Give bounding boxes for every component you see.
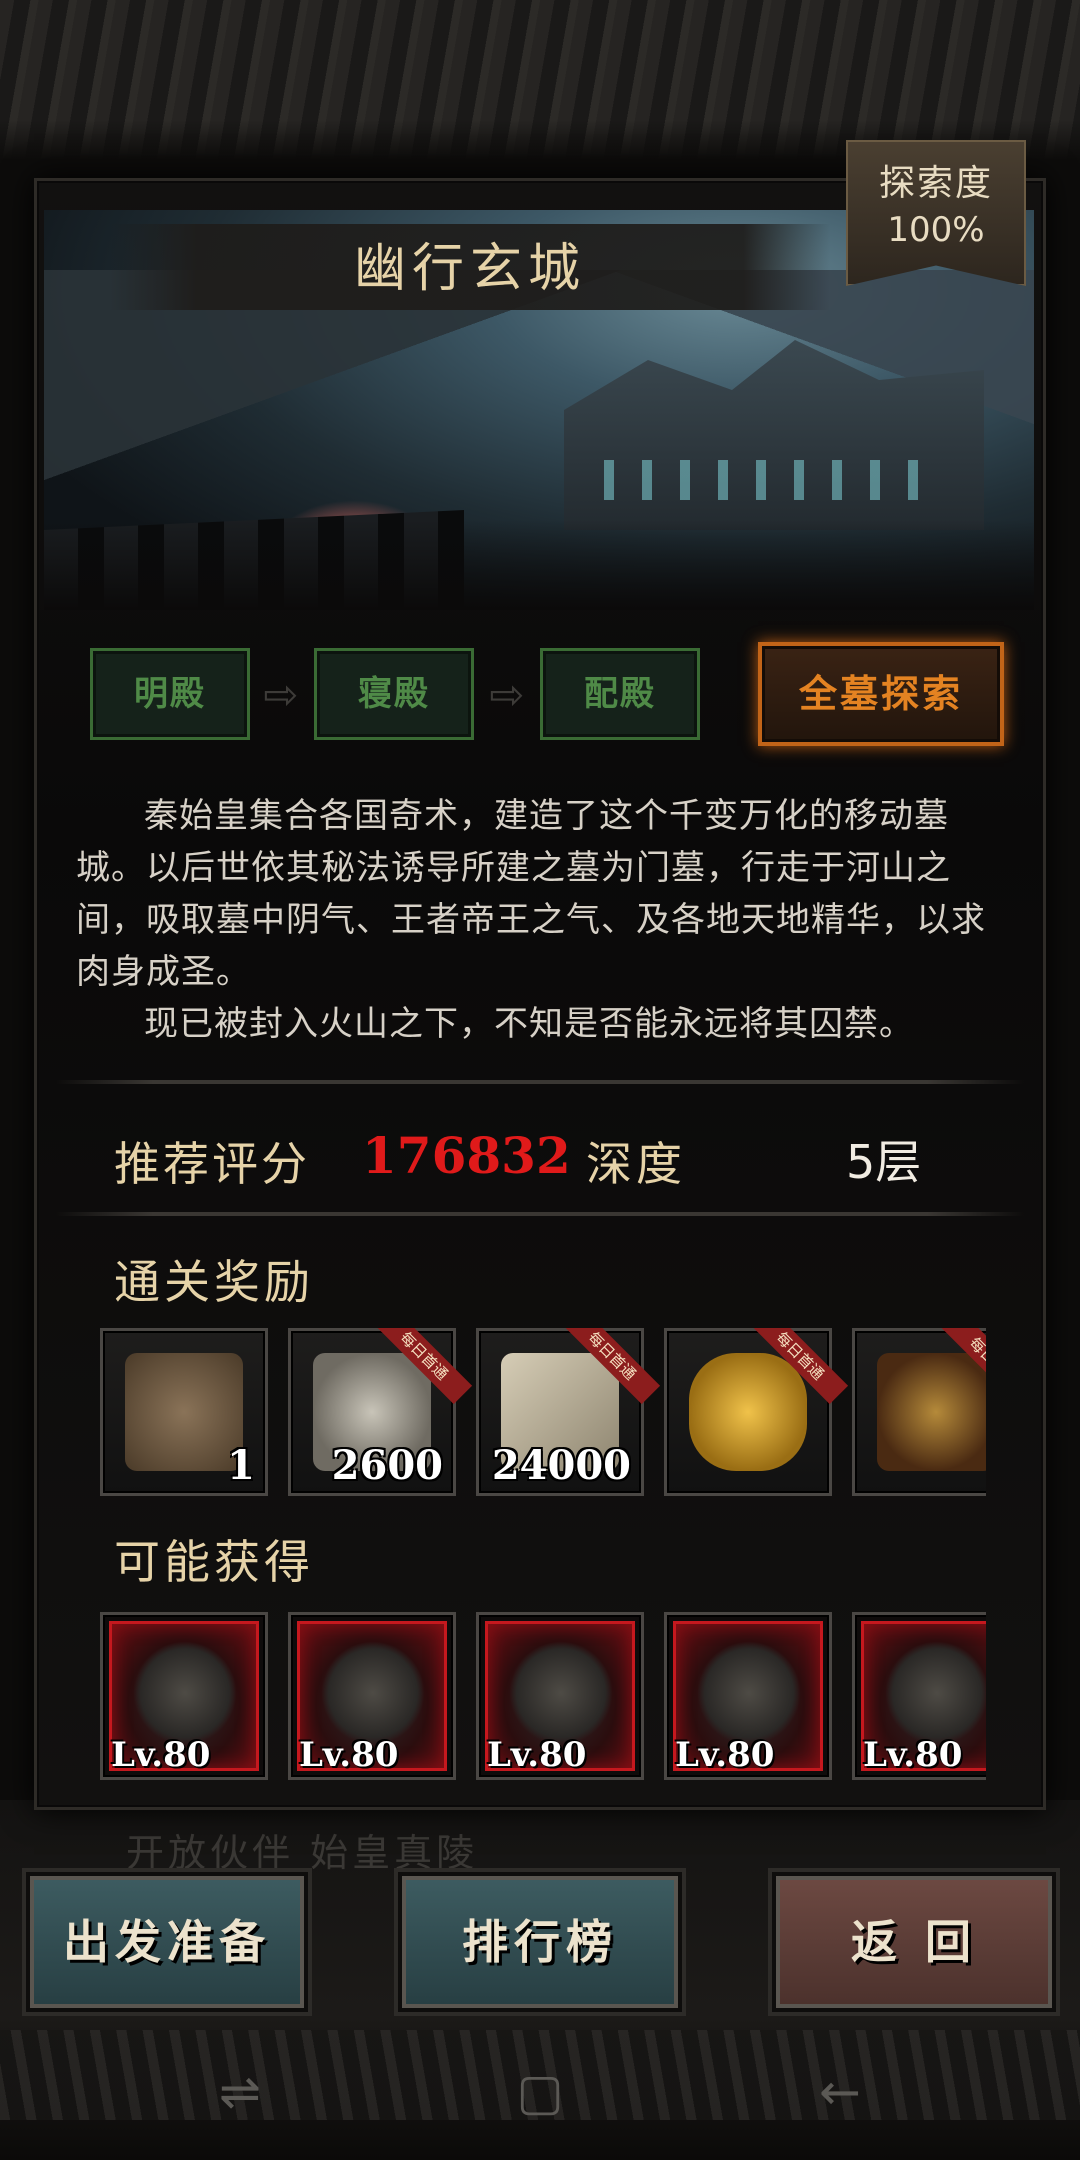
recommend-label: 推荐评分 (114, 1137, 310, 1191)
reward-quantity: 24000 (491, 1442, 631, 1489)
explore-all-button[interactable]: 全墓探索 (758, 642, 1004, 746)
depth-value: 5层 (846, 1135, 922, 1189)
bow-icon (877, 1353, 986, 1471)
ranking-button[interactable]: 排行榜 (394, 1868, 686, 2016)
drops-list: Lv.80 Lv.80 Lv.80 Lv.80 Lv.80 (100, 1612, 986, 1784)
boots-icon (885, 1641, 986, 1745)
exploration-value: 100% (887, 210, 985, 250)
arrow-right-icon: ⇨ (489, 670, 525, 719)
reward-quantity: 2600 (331, 1442, 443, 1489)
arrow-right-icon: ⇨ (263, 670, 299, 719)
dungeon-title: 幽行玄城 (353, 239, 586, 299)
stage-button-ming[interactable]: 明殿 (90, 648, 250, 740)
reward-slot[interactable]: 1 (100, 1328, 268, 1496)
depth-label: 深度 (586, 1137, 686, 1191)
divider (56, 1212, 1024, 1216)
recommend-score: 176832 (362, 1126, 571, 1185)
top-background (0, 0, 1080, 160)
robe-icon (697, 1641, 801, 1745)
drop-slot[interactable]: Lv.80 (100, 1612, 268, 1780)
bracelet-icon (321, 1641, 425, 1745)
reward-slot[interactable]: 每日首通 24000 (476, 1328, 661, 1496)
rewards-title: 通关奖励 (114, 1255, 314, 1309)
item-level: Lv.80 (675, 1735, 775, 1775)
rewards-list: 1 每日首通 2600 每日首通 24000 每日首通 每日首 (100, 1328, 986, 1500)
stage-button-qin[interactable]: 寝殿 (314, 648, 474, 740)
description-paragraph: 秦始皇集合各国奇术，建造了这个千变万化的移动墓城。以后世依其秘法诱导所建之墓为门… (76, 796, 986, 992)
recent-apps-icon[interactable]: ⇌ (210, 2062, 270, 2122)
reward-slot[interactable]: 每日首通 2600 (288, 1328, 473, 1496)
item-level: Lv.80 (487, 1735, 587, 1775)
back-button[interactable]: 返 回 (768, 1868, 1060, 2016)
armor-icon (509, 1641, 613, 1745)
exploration-label: 探索度 (878, 163, 993, 204)
item-level: Lv.80 (863, 1735, 963, 1775)
token-icon (125, 1353, 243, 1471)
drop-slot[interactable]: Lv.80 (476, 1612, 644, 1780)
drop-slot[interactable]: Lv.80 (852, 1612, 986, 1780)
reward-slot[interactable]: 每日首通 (664, 1328, 849, 1496)
reward-slot[interactable]: 每日首 (852, 1328, 986, 1496)
reward-quantity: 1 (227, 1442, 255, 1489)
gold-nugget-icon (689, 1353, 807, 1471)
drops-title: 可能获得 (114, 1535, 314, 1589)
amulet-icon (133, 1641, 237, 1745)
item-level: Lv.80 (111, 1735, 211, 1775)
dungeon-description: 秦始皇集合各国奇术，建造了这个千变万化的移动墓城。以后世依其秘法诱导所建之墓为门… (76, 790, 1008, 1050)
prepare-button[interactable]: 出发准备 (22, 1868, 312, 2016)
back-nav-icon[interactable]: ← (810, 2062, 870, 2122)
divider (56, 1080, 1024, 1084)
drop-slot[interactable]: Lv.80 (288, 1612, 456, 1780)
description-paragraph: 现已被封入火山之下，不知是否能永远将其囚禁。 (144, 1004, 914, 1044)
stage-button-pei[interactable]: 配殿 (540, 648, 700, 740)
item-level: Lv.80 (299, 1735, 399, 1775)
home-icon[interactable]: ▢ (510, 2062, 570, 2122)
drop-slot[interactable]: Lv.80 (664, 1612, 832, 1780)
